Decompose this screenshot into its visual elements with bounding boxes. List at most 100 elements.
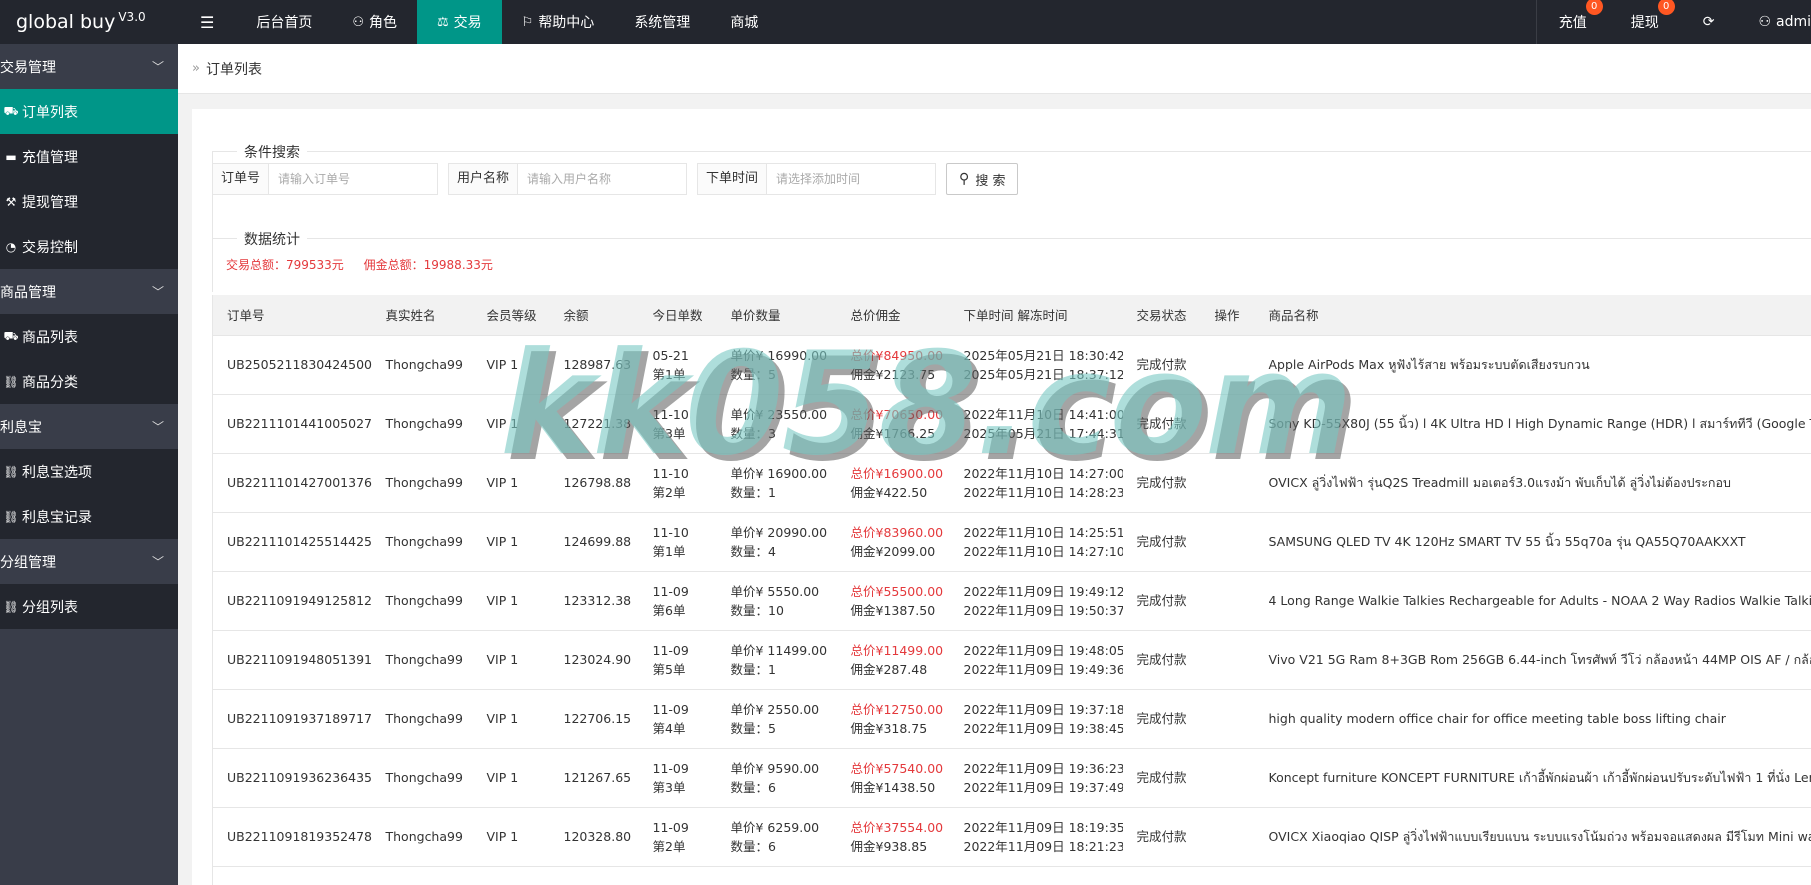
sidebar-item[interactable]: ◔ 交易控制 xyxy=(0,224,178,269)
sidebar-group-label: 分组管理 xyxy=(0,554,56,571)
status-cell-text: 完成付款 xyxy=(1136,593,1187,608)
total-commission-cell-text: 总价¥16900.00 xyxy=(850,465,944,481)
orders-table: 订单号 真实姓名 会员等级 余额 今日单数 单价数量 总价佣金 下单时间 解冻时间 交易状态 操作… xyxy=(212,295,1811,885)
member-level-cell: VIP 1 xyxy=(472,394,550,454)
member-level-cell: VIP 1 xyxy=(472,630,550,690)
sidebar-item[interactable]: ⛓ 商品分类 xyxy=(0,359,178,404)
table-row[interactable]: UB2211091819352478 Thongcha99 VIP 1 120328.… xyxy=(212,807,1811,867)
recharge-button[interactable]: 充值 0 xyxy=(1537,0,1609,44)
order-id-cell: UB2211091819352478 xyxy=(212,807,372,867)
status-cell-text: 完成付款 xyxy=(1136,711,1187,726)
table-row[interactable]: UB2211101427001376 Thongcha99 VIP 1 126798.… xyxy=(212,453,1811,513)
action-cell xyxy=(1200,394,1255,454)
search-button[interactable]: ⚲ 搜 索 xyxy=(946,163,1019,195)
price-qty-cell: 单价¥ 16990.00 数量：5 xyxy=(716,335,837,395)
refresh-button[interactable]: ⟳ xyxy=(1681,0,1737,44)
product-name-cell-text: OVICX ลู่วิ่งไฟฟ้า รุ่นQ2S Treadmill มอเ… xyxy=(1268,475,1731,490)
sidebar-item[interactable]: ⛟ 商品列表 xyxy=(0,314,178,359)
table-row[interactable]: UB2211101425514425 Thongcha99 VIP 1 124699.… xyxy=(212,512,1811,572)
time-cell-text: 2022年11月10日 14:27:10 xyxy=(963,543,1123,559)
today-count-cell-text: 第2单 xyxy=(652,484,686,500)
username-input[interactable] xyxy=(518,164,687,194)
status-cell-text: 完成付款 xyxy=(1136,652,1187,667)
today-count-cell-text: 第3单 xyxy=(652,425,686,441)
order-number-label: 订单号 xyxy=(213,164,270,194)
table-row[interactable]: UB2211091949125812 Thongcha99 VIP 1 123312.… xyxy=(212,571,1811,631)
real-name-cell xyxy=(371,866,473,885)
today-count-cell: 11-09 第2单 xyxy=(638,807,717,867)
time-cell: 2022年11月09日 19:36:23 2022年11月09日 19:37:49 xyxy=(949,748,1123,808)
today-count-cell: 11-09 第4单 xyxy=(638,689,717,749)
sidebar-item[interactable]: ⚒ 提现管理 xyxy=(0,179,178,224)
price-qty-cell-text: 数量：10 xyxy=(730,602,784,618)
today-count-cell: 11-10 第2单 xyxy=(638,453,717,513)
total-commission-cell: 总价¥83960.00 佣金¥2099.00 xyxy=(836,512,950,572)
sidebar-item[interactable]: ▬ 充值管理 xyxy=(0,134,178,179)
sidebar-group[interactable]: 交易管理 ﹀ xyxy=(0,44,178,89)
today-count-cell-text: 11-10 xyxy=(652,465,689,481)
price-qty-cell: 单价¥ 2550.00 数量：5 xyxy=(716,689,837,749)
table-row[interactable]: 11-09单价¥ 4000.00总价¥20020.002022年11月09日 1… xyxy=(212,866,1811,885)
sidebar-item-label: 商品分类 xyxy=(22,374,78,391)
table-row[interactable]: UB2211091937189717 Thongcha99 VIP 1 122706.… xyxy=(212,689,1811,749)
sidebar-item-label: 分组列表 xyxy=(22,599,78,616)
sidebar-item[interactable]: ⛓ 利息宝选项 xyxy=(0,449,178,494)
top-nav-item[interactable]: 后台首页 xyxy=(236,0,332,44)
total-commission-cell-text: 总价¥11499.00 xyxy=(850,642,944,658)
time-cell-text: 2022年11月09日 19:37:49 xyxy=(963,779,1123,795)
top-nav-item[interactable]: ⚖ 交易 xyxy=(417,0,502,44)
table-row[interactable]: UB2211101441005027 Thongcha99 VIP 1 127221.… xyxy=(212,394,1811,454)
sidebar-item[interactable]: ⛓ 分组列表 xyxy=(0,584,178,629)
time-cell-text: 2022年11月09日 19:38:45 xyxy=(963,720,1123,736)
column-header: 单价数量 xyxy=(716,295,837,336)
sidebar-group[interactable]: 利息宝 ﹀ xyxy=(0,404,178,449)
top-nav-item[interactable]: ⚇ 角色 xyxy=(332,0,417,44)
status-cell: 完成付款 xyxy=(1122,571,1201,631)
total-trade-amount: 交易总额：799533元 xyxy=(226,258,344,272)
cart-icon: ⛟ xyxy=(3,103,19,118)
refresh-icon: ⟳ xyxy=(1702,14,1715,30)
sidebar-item[interactable]: ⛓ 利息宝记录 xyxy=(0,494,178,539)
brand-logo[interactable]: global buy V3.0 xyxy=(0,0,178,44)
top-nav-item[interactable]: ⚐ 帮助中心 xyxy=(502,0,615,44)
order-id-cell: UB2211091936236435 xyxy=(212,748,372,808)
table-row[interactable]: UB2505211830424500 Thongcha99 VIP 1 128987.… xyxy=(212,335,1811,395)
table-row[interactable]: UB2211091936236435 Thongcha99 VIP 1 121267.… xyxy=(212,748,1811,808)
sidebar-item[interactable]: ⛟ 订单列表 xyxy=(0,89,178,134)
member-level-cell-text: VIP 1 xyxy=(486,534,519,549)
card-icon: ▬ xyxy=(5,149,17,164)
hammer-icon: ⚒ xyxy=(5,194,17,209)
withdraw-button[interactable]: 提现 0 xyxy=(1609,0,1681,44)
top-nav-item[interactable]: 商城 xyxy=(710,0,778,44)
sidebar-group[interactable]: 分组管理 ﹀ xyxy=(0,539,178,584)
time-cell: 2022年11月09日 17:01:16 xyxy=(949,866,1123,885)
status-cell: 完成付款 xyxy=(1122,335,1201,395)
user-menu[interactable]: ⚇ admi xyxy=(1736,0,1811,44)
order-time-input[interactable] xyxy=(767,164,936,194)
price-qty-cell-text: 单价¥ 6259.00 xyxy=(730,819,820,835)
today-count-cell: 11-10 第3单 xyxy=(638,394,717,454)
sidebar-item-label: 利息宝选项 xyxy=(22,464,92,481)
member-level-cell-text: VIP 1 xyxy=(486,829,519,844)
time-cell-text: 2022年11月09日 19:37:18 xyxy=(963,701,1123,717)
product-name-cell: 4 Long Range Walkie Talkies Rechargeable… xyxy=(1254,571,1811,631)
order-number-input[interactable] xyxy=(269,164,438,194)
menu-toggle-button[interactable]: ☰ xyxy=(178,0,236,44)
total-commission-cell-text: 总价¥70650.00 xyxy=(850,406,944,422)
sidebar-item-label: 商品列表 xyxy=(22,329,78,346)
table-row[interactable]: UB2211091948051391 Thongcha99 VIP 1 123024.… xyxy=(212,630,1811,690)
chevron-down-icon: ﹀ xyxy=(151,60,164,74)
top-nav: ☰ 后台首页 ⚇ 角色 ⚖ 交易 ⚐ 帮助中心 系统管理 商城 xyxy=(178,0,778,44)
sidebar-group[interactable]: 商品管理 ﹀ xyxy=(0,269,178,314)
product-name-cell: Koncept furniture KONCEPT FURNITURE เก้า… xyxy=(1254,748,1811,808)
price-qty-cell-text: 数量：5 xyxy=(730,366,776,382)
total-commission-cell-text: 佣金¥1766.25 xyxy=(850,425,936,441)
total-commission-cell: 总价¥11499.00 佣金¥287.48 xyxy=(836,630,950,690)
double-chevron-icon: » xyxy=(192,61,200,76)
balance-cell: 123312.38 xyxy=(549,571,639,631)
real-name-cell: Thongcha99 xyxy=(371,512,473,572)
top-nav-item[interactable]: 系统管理 xyxy=(614,0,710,44)
today-count-cell: 05-21 第1单 xyxy=(638,335,717,395)
time-cell-text: 2022年11月10日 14:28:23 xyxy=(963,484,1123,500)
balance-cell: 124699.88 xyxy=(549,512,639,572)
